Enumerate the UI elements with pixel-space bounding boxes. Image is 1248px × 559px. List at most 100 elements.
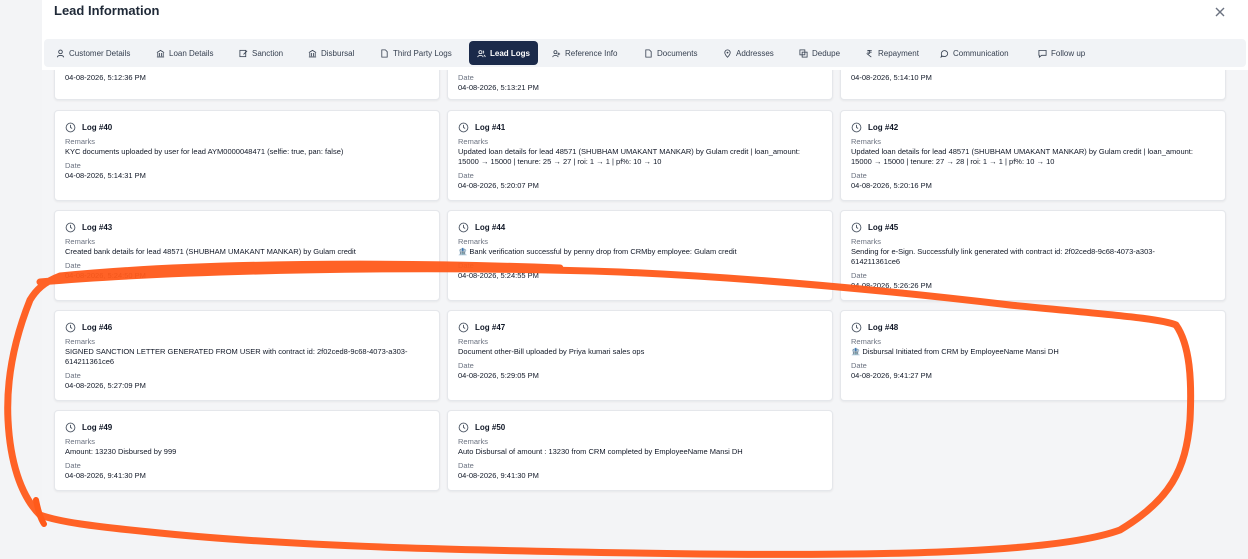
remarks-label: Remarks [65,437,96,446]
bank-icon [308,49,317,57]
clock-icon [65,422,76,432]
log-remarks-line: 15000 → 15000 | tenure: 25 → 27 | roi: 1… [458,157,662,166]
log-date: 04-08-2026, 5:24:50 PM [65,271,146,280]
close-icon[interactable] [1212,4,1228,20]
lead-information-modal: Lead Information Customer Details Loan D… [42,0,1248,500]
log-card: Log #45 Remarks Sending for e-Sign. Succ… [840,210,1226,301]
log-remarks: Updated loan details for lead 48571 (SHU… [458,147,800,156]
modal-title: Lead Information [54,3,160,18]
log-remarks: 🏦 Bank verification successful by penny … [458,247,737,256]
log-date: 04-08-2026, 5:14:31 PM [65,171,146,180]
tab-third-party-logs[interactable]: Third Party Logs [372,41,460,65]
log-date: 04-08-2026, 5:29:05 PM [458,371,539,380]
log-card: Log #44 Remarks 🏦 Bank verification succ… [447,210,833,301]
clock-icon [65,322,76,332]
tab-label: Loan Details [169,48,214,58]
log-header: Log #50 [458,419,822,435]
pin-icon [724,49,731,58]
log-card: Log #42 Remarks Updated loan details for… [840,110,1226,201]
tab-sanction[interactable]: Sanction [231,41,291,65]
log-date: 04-08-2026, 9:41:27 PM [851,371,932,380]
log-number: Log #47 [475,322,506,332]
log-date: 04-08-2026, 5:26:26 PM [851,281,932,290]
date-label: Date [851,361,867,370]
users-icon [477,49,486,57]
tab-label: Dedupe [812,48,841,58]
bank-icon [156,49,165,57]
log-header: Log #48 [851,319,1215,335]
log-number: Log #49 [82,422,113,432]
log-remarks: Updated loan details for lead 48571 (SHU… [851,147,1193,156]
tab-label: Communication [953,48,1009,58]
remarks-label: Remarks [851,337,882,346]
tab-communication[interactable]: Communication [932,41,1017,65]
tab-disbursal[interactable]: Disbursal [300,41,362,65]
log-number: Log #43 [82,222,113,232]
tab-dedupe[interactable]: Dedupe [791,41,848,65]
tab-lead-logs[interactable]: Lead Logs [469,41,539,65]
tab-documents[interactable]: Documents [636,41,705,65]
log-date: 04-08-2026, 5:12:36 PM [65,73,146,82]
log-remarks: KYC documents uploaded by user for lead … [65,147,344,156]
edit-icon [239,49,248,57]
clock-icon [458,422,469,432]
clock-icon [851,222,862,232]
log-remarks: Created bank details for lead 48571 (SHU… [65,247,356,256]
log-date: 04-08-2026, 5:13:21 PM [458,83,539,92]
log-date: 04-08-2026, 5:14:10 PM [851,73,932,82]
log-number: Log #44 [475,222,506,232]
log-header: Log #42 [851,119,1215,135]
remarks-label: Remarks [458,137,489,146]
tab-label: Documents [657,48,698,58]
log-number: Log #41 [475,122,506,132]
log-remarks-line: 614211361ce6 [65,357,115,366]
log-header: Log #46 [65,319,429,335]
log-remarks: 🏦 Disbursal Initiated from CRM by Employ… [851,347,1059,356]
remarks-label: Remarks [851,237,882,246]
date-label: Date [458,261,474,270]
log-header: Log #40 [65,119,429,135]
tab-customer-details[interactable]: Customer Details [48,41,138,65]
log-number: Log #42 [868,122,899,132]
tab-label: Reference Info [565,48,618,58]
tab-follow-up[interactable]: Follow up [1030,41,1093,65]
tab-loan-details[interactable]: Loan Details [148,41,221,65]
date-label: Date [65,371,81,380]
file-icon [645,48,652,58]
tab-label: Disbursal [321,48,355,58]
remarks-label: Remarks [458,437,489,446]
remarks-label: Remarks [65,337,96,346]
log-date: 04-08-2026, 5:27:09 PM [65,381,146,390]
tab-reference-info[interactable]: Reference Info [544,41,625,65]
log-remarks: SIGNED SANCTION LETTER GENERATED FROM US… [65,347,408,356]
remarks-label: Remarks [65,237,96,246]
date-label: Date [458,461,474,470]
log-number: Log #46 [82,322,113,332]
tab-label: Repayment [878,48,919,58]
log-remarks-line: 614211361ce6 [851,257,901,266]
date-label: Date [65,461,81,470]
clock-icon [65,122,76,132]
log-header: Log #49 [65,419,429,435]
log-date: 04-08-2026, 5:24:55 PM [458,271,539,280]
tab-repayment[interactable]: Repayment [857,41,927,65]
lead-logs-panel[interactable]: 04-08-2026, 5:12:36 PM Date 04-08-2026, … [42,70,1248,500]
modal-header: Lead Information [54,2,1246,32]
log-card: Log #43 Remarks Created bank details for… [54,210,440,301]
clock-icon [851,322,862,332]
log-number: Log #48 [868,322,899,332]
clock-icon [458,122,469,132]
log-date: 04-08-2026, 5:20:07 PM [458,181,539,190]
chat-icon [940,49,949,58]
log-header: Log #47 [458,319,822,335]
date-label: Date [851,271,867,280]
date-label: Date [851,171,867,180]
log-header: Log #45 [851,219,1215,235]
file-icon [381,48,388,58]
tab-addresses[interactable]: Addresses [715,41,782,65]
log-remarks: Amount: 13230 Disbursed by 999 [65,447,177,456]
log-date: 04-08-2026, 5:20:16 PM [851,181,932,190]
tab-bar: Customer Details Loan Details Sanction D… [44,39,1246,67]
remarks-label: Remarks [458,337,489,346]
log-card: Log #40 Remarks KYC documents uploaded b… [54,110,440,201]
